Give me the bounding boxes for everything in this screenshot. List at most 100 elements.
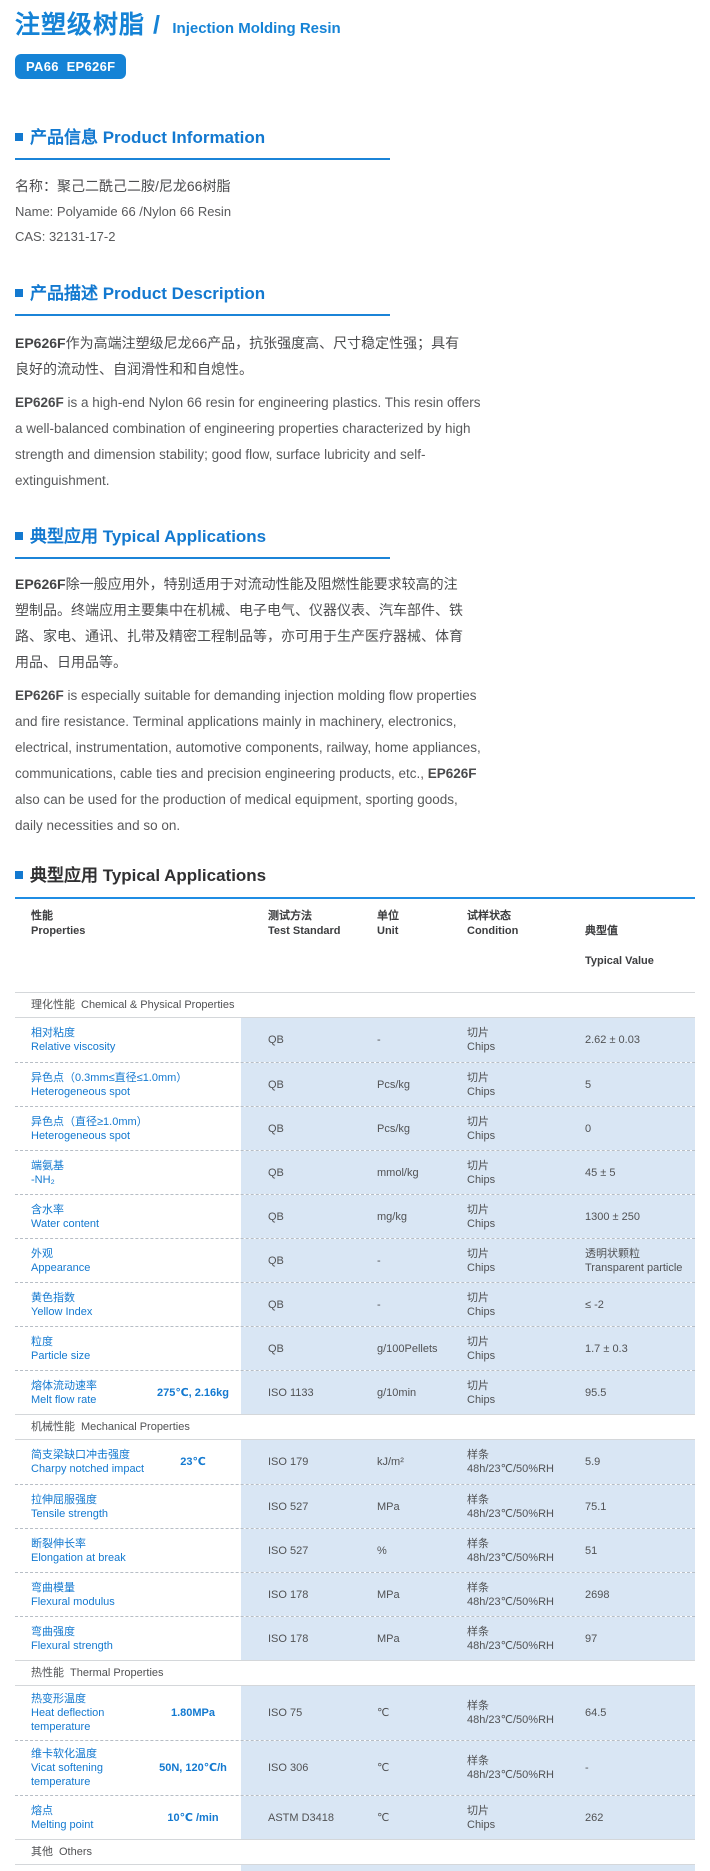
product-description-section: 产品描述 Product Description EP626F作为高端注塑级尼龙…	[15, 283, 695, 494]
test-condition-note: 275℃, 2.16kg	[156, 1386, 230, 1399]
table-row: 弯曲模量 Flexural modulus ISO 178 MPa 样条 48h…	[15, 1572, 695, 1616]
property-names: 相对粘度 Relative viscosity	[31, 1026, 241, 1054]
condition-zh: 样条	[467, 1581, 489, 1594]
row-value-cells: QB Pcs/kg 切片 Chips 0	[241, 1107, 695, 1150]
unit-cell: mg/kg	[377, 1210, 407, 1223]
condition-en: Chips	[467, 1041, 496, 1053]
property-name-zh: 拉伸屈服强度	[31, 1493, 97, 1506]
page-title: 注塑级树脂 / Injection Molding Resin	[15, 10, 695, 44]
test-standard-cell: ISO 179	[268, 1456, 309, 1468]
test-standard-cell: ISO 527	[268, 1500, 309, 1513]
property-name-zh: 熔点	[31, 1804, 53, 1817]
column-header-unit: 单位 Unit	[377, 909, 467, 984]
test-standard-cell: ISO 178	[268, 1588, 309, 1601]
product-information-section: 产品信息 Product Information 名称：聚己二酰己二胺/尼龙66…	[15, 127, 695, 249]
property-cell: 含水率 Water content	[15, 1195, 241, 1238]
unit-cell: Pcs/kg	[377, 1078, 411, 1091]
group-label: 理化性能 Chemical & Physical Properties	[15, 992, 695, 1018]
typical-value-cell: 1300 ± 250	[585, 1210, 640, 1223]
condition-cell: 样条 48h/23℃/50%RH	[467, 1537, 585, 1565]
group-label: 其他 Others	[15, 1839, 695, 1865]
table-row: 异色点（0.3mm≤直径≤1.0mm） Heterogeneous spot Q…	[15, 1062, 695, 1106]
description-text-en: is a high-end Nylon 66 resin for enginee…	[15, 395, 481, 488]
column-header-typical-value: 典型值 Typical Value	[585, 909, 695, 984]
property-names: 拉伸屈服强度 Tensile strength	[31, 1493, 241, 1521]
group-label-en: Thermal Properties	[70, 1667, 164, 1679]
applications-text-en: is especially suitable for demanding inj…	[15, 688, 481, 781]
property-name-en: Water content	[31, 1217, 100, 1230]
product-description-heading-text: 产品描述 Product Description	[30, 284, 266, 303]
property-names: 维卡软化温度 Vicat softening temperature	[31, 1747, 145, 1789]
condition-zh: 切片	[467, 1335, 489, 1348]
typical-value-cell: 51	[585, 1544, 598, 1557]
property-name-en: Relative viscosity	[31, 1041, 116, 1053]
properties-table-groups: 理化性能 Chemical & Physical Properties 相对粘度…	[15, 992, 695, 1871]
condition-en: Chips	[467, 1085, 496, 1098]
condition-en: Chips	[467, 1217, 496, 1230]
typical-value-cell: 5.9	[585, 1456, 601, 1468]
typical-applications-heading: 典型应用 Typical Applications	[15, 526, 695, 548]
test-standard-cell: QB	[268, 1342, 284, 1355]
unit-cell: kJ/m²	[377, 1456, 404, 1468]
property-names: 粒度 Particle size	[31, 1335, 241, 1363]
condition-zh: 样条	[467, 1700, 489, 1712]
product-information-body: 名称：聚己二酰己二胺/尼龙66树脂 Name: Polyamide 66 /Ny…	[15, 174, 695, 249]
test-standard-cell: ISO 75	[268, 1707, 303, 1719]
condition-cell: 切片 Chips	[467, 1379, 585, 1407]
description-paragraph-zh: EP626F作为高端注塑级尼龙66产品，抗张强度高、尺寸稳定性强；具有良好的流动…	[15, 330, 465, 382]
table-row: 维卡软化温度 Vicat softening temperature 50N, …	[15, 1740, 695, 1795]
property-names: 弯曲模量 Flexural modulus	[31, 1581, 241, 1609]
typical-value-cell: 262	[585, 1811, 604, 1824]
row-value-cells: ISO 527 MPa 样条 48h/23℃/50%RH 75.1	[241, 1485, 695, 1528]
typical-properties-section: 典型应用 Typical Applications 性能 Properties …	[15, 865, 695, 1871]
condition-cell: 切片 Chips	[467, 1071, 585, 1099]
typical-applications-heading-text: 典型应用 Typical Applications	[30, 527, 267, 546]
condition-cell: 切片 Chips	[467, 1115, 585, 1143]
property-names: 简支梁缺口冲击强度 Charpy notched impact	[31, 1448, 145, 1476]
column-header-en: Condition	[467, 925, 519, 937]
condition-en: Chips	[467, 1393, 496, 1406]
test-standard-cell: ISO 1133	[268, 1386, 314, 1399]
test-standard-cell: ASTM D3418	[268, 1811, 335, 1824]
row-value-cells: ISO 179 kJ/m² 样条 48h/23℃/50%RH 5.9	[241, 1440, 695, 1484]
group-label-zh: 热性能	[31, 1667, 64, 1679]
property-cell: 异色点（0.3mm≤直径≤1.0mm） Heterogeneous spot	[15, 1063, 241, 1106]
properties-table: 性能 Properties 测试方法 Test Standard 单位 Unit…	[15, 897, 695, 1871]
property-name-zh: 相对粘度	[31, 1027, 75, 1039]
product-cas: CAS: 32131-17-2	[15, 229, 116, 244]
condition-cell: 切片 Chips	[467, 1159, 585, 1187]
property-cell: 拉伸屈服强度 Tensile strength	[15, 1485, 241, 1528]
table-group: 机械性能 Mechanical Properties 简支梁缺口冲击强度 Cha…	[15, 1414, 695, 1660]
row-value-cells: ISO 306 ℃ 样条 48h/23℃/50%RH -	[241, 1741, 695, 1795]
property-name-en: Appearance	[31, 1261, 91, 1274]
datasheet-page: 注塑级树脂 / Injection Molding Resin PA66 EP6…	[0, 0, 710, 1871]
table-row: 异色点（直径≥1.0mm） Heterogeneous spot QB Pcs/…	[15, 1106, 695, 1150]
table-row: 熔点 Melting point 10℃ /min ASTM D3418 ℃ 切…	[15, 1795, 695, 1839]
table-header-row: 性能 Properties 测试方法 Test Standard 单位 Unit…	[15, 899, 695, 992]
table-row: 相对粘度 Relative viscosity QB - 切片 Chips 2.…	[15, 1018, 695, 1062]
property-cell: 粒度 Particle size	[15, 1327, 241, 1370]
property-name-en: Particle size	[31, 1349, 91, 1362]
bullet-square-icon	[15, 289, 23, 297]
product-description-heading: 产品描述 Product Description	[15, 283, 695, 305]
property-name-zh: 黄色指数	[31, 1291, 75, 1304]
table-group: 理化性能 Chemical & Physical Properties 相对粘度…	[15, 992, 695, 1414]
table-row: 简支梁缺口冲击强度 Charpy notched impact 23℃ ISO …	[15, 1440, 695, 1484]
condition-cell: 切片 Chips	[467, 1247, 585, 1275]
column-header-zh: 典型值	[585, 925, 618, 937]
condition-en: Chips	[467, 1818, 496, 1831]
column-header-en: Test Standard	[268, 925, 341, 937]
group-label-en: Chemical & Physical Properties	[81, 999, 235, 1011]
property-cell: 维卡软化温度 Vicat softening temperature 50N, …	[15, 1741, 241, 1795]
condition-zh: 样条	[467, 1537, 489, 1550]
column-header-en: Unit	[377, 925, 399, 937]
property-name-zh: 含水率	[31, 1203, 64, 1216]
property-cell: 断裂伸长率 Elongation at break	[15, 1529, 241, 1572]
page-title-zh: 注塑级树脂 /	[15, 11, 161, 39]
properties-table-heading-text: 典型应用 Typical Applications	[30, 866, 267, 885]
condition-cell: 样条 48h/23℃/50%RH	[467, 1699, 585, 1727]
table-row: 含水率 Water content QB mg/kg 切片 Chips 1300…	[15, 1194, 695, 1238]
condition-cell: 样条 48h/23℃/50%RH	[467, 1754, 585, 1782]
test-standard-cell: QB	[268, 1210, 284, 1223]
property-cell: 阻燃等级 Flammability Class 0.70mm 1.00mm 1.…	[15, 1865, 241, 1871]
